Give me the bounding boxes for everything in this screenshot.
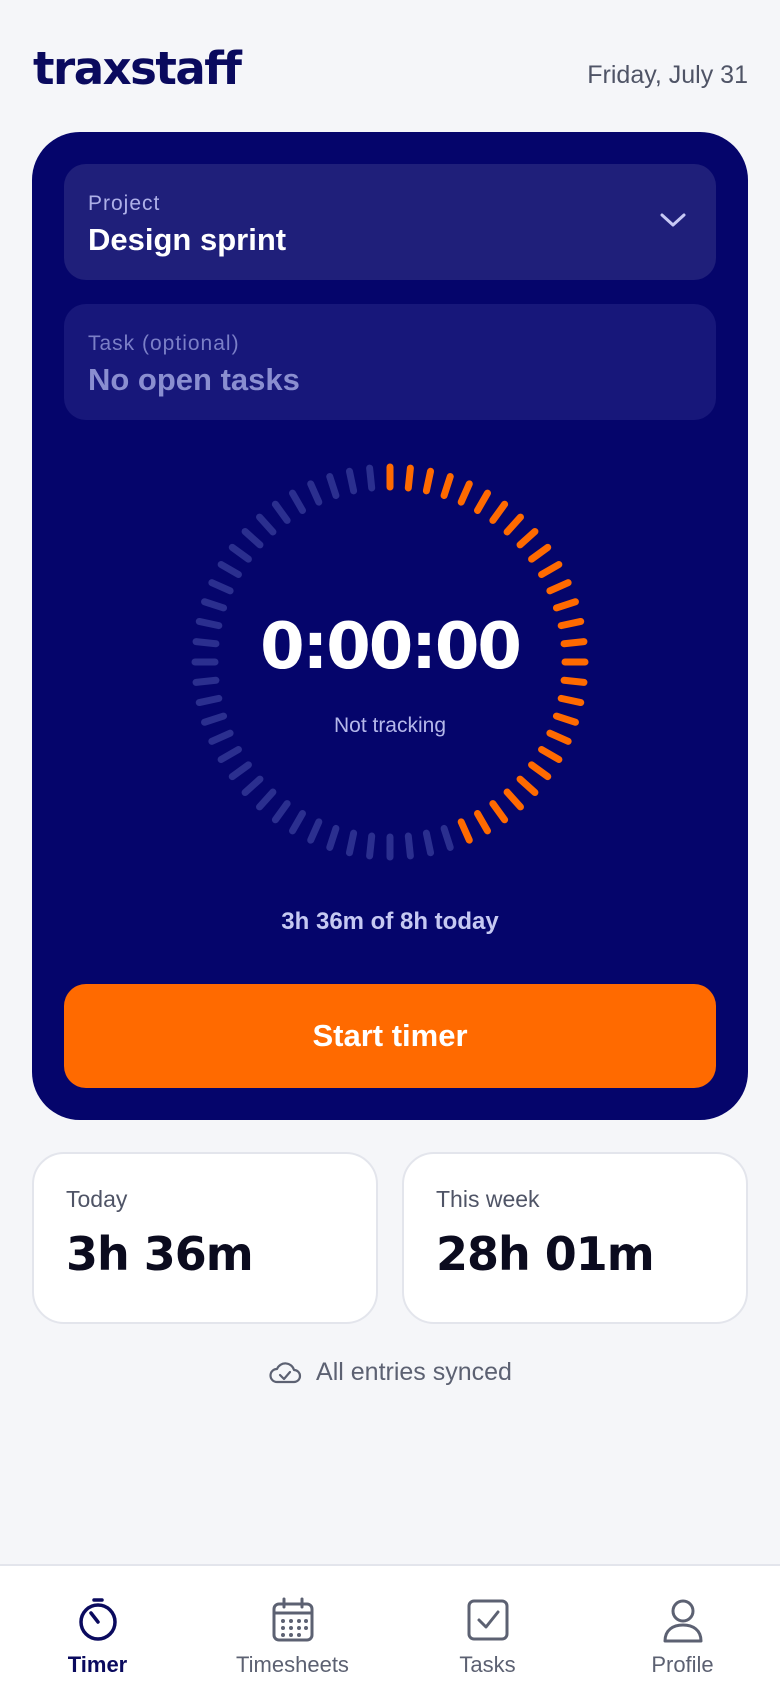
dial-tick-empty [326,824,340,851]
chevron-down-icon [660,213,686,227]
week-label: This week [436,1186,540,1212]
project-value: Design sprint [88,222,287,257]
dial-tick-filled [474,810,491,835]
dial-tick-filled [474,489,491,514]
project-label: Project [88,192,161,215]
dial-tick-empty [345,467,358,495]
dial-tick-filled [516,528,539,549]
dial-tick-empty [217,746,242,763]
checkbox-icon [467,1599,508,1641]
task-select[interactable]: Task (optional) No open tasks [64,304,716,420]
dial-tick-empty [208,579,234,595]
dial-tick-filled [528,761,552,781]
nav-label-timer: Timer [67,1652,128,1677]
nav-item-timer[interactable]: Timer [0,1566,195,1688]
app-header: traxstaff Friday, July 31 [33,38,748,98]
dial-tick-empty [366,832,376,860]
dial-tick-filled [503,788,524,811]
today-value: 3h 36m [66,1227,254,1281]
current-date: Friday, July 31 [587,60,748,89]
dial-tick-empty [326,473,340,500]
dial-tick-filled [489,500,509,524]
dial-tick-filled [489,800,509,824]
dial-tick-empty [366,464,376,492]
dial-tick-filled [557,694,585,707]
dial-tick-empty [289,489,306,514]
dial-tick-empty [201,598,228,612]
person-icon [663,1599,702,1643]
dial-tick-filled [538,746,563,763]
dial-tick-empty [440,824,454,851]
calendar-icon [272,1597,313,1642]
dial-tick-empty [289,810,306,835]
task-value: No open tasks [88,362,300,397]
dial-tick-empty [241,528,264,549]
timer-card: Project Design sprint Task (optional) No… [32,132,748,1120]
dial-tick-empty [271,800,291,824]
today-label: Today [66,1186,128,1212]
dial-tick-filled [516,775,539,796]
dial-tick-filled [546,579,572,595]
sync-status: All entries synced [0,1358,780,1387]
dial-tick-filled [422,467,435,495]
dial-tick-empty [228,761,252,781]
dial-tick-filled [503,513,524,536]
dial-tick-empty [256,788,277,811]
dial-tick-empty [271,500,291,524]
dial-tick-filled [552,598,579,612]
nav-item-tasks[interactable]: Tasks [390,1566,585,1688]
dial-tick-empty [228,543,252,563]
week-stat-card: This week 28h 01m [402,1152,748,1324]
dial-tick-filled [538,561,563,578]
dial-tick-empty [217,561,242,578]
cloud-check-icon [269,1361,302,1383]
task-label: Task (optional) [88,332,240,355]
nav-item-profile[interactable]: Profile [585,1566,780,1688]
dial-tick-empty [256,513,277,536]
stopwatch-icon [78,1598,117,1641]
start-timer-button[interactable]: Start timer [64,984,716,1088]
bottom-nav: Timer Timesheets Tasks Profile [0,1564,780,1688]
dial-tick-empty [307,480,323,506]
nav-item-timesheets[interactable]: Timesheets [195,1566,390,1688]
dial-tick-filled [457,480,473,506]
tracking-status: Not tracking [333,714,447,737]
dial-tick-empty [404,832,414,860]
project-select[interactable]: Project Design sprint [64,164,716,280]
dial-tick-filled [440,473,454,500]
today-stat-card: Today 3h 36m [32,1152,378,1324]
dial-tick-filled [457,818,473,844]
app-logo: traxstaff [33,41,242,95]
dial-tick-empty [241,775,264,796]
sync-text: All entries synced [316,1358,512,1386]
nav-label-timesheets: Timesheets [236,1652,349,1677]
daily-progress-text: 3h 36m of 8h today [281,908,499,935]
dial-tick-empty [307,818,323,844]
timer-display: 0:00:00 [260,610,522,684]
dial-tick-filled [404,464,414,492]
nav-label-profile: Profile [651,1652,714,1677]
dial-tick-empty [195,694,223,707]
nav-label-tasks: Tasks [459,1652,516,1677]
week-value: 28h 01m [436,1227,655,1281]
dial-tick-empty [422,829,435,857]
dial-tick-empty [345,829,358,857]
dial-tick-filled [528,543,552,563]
